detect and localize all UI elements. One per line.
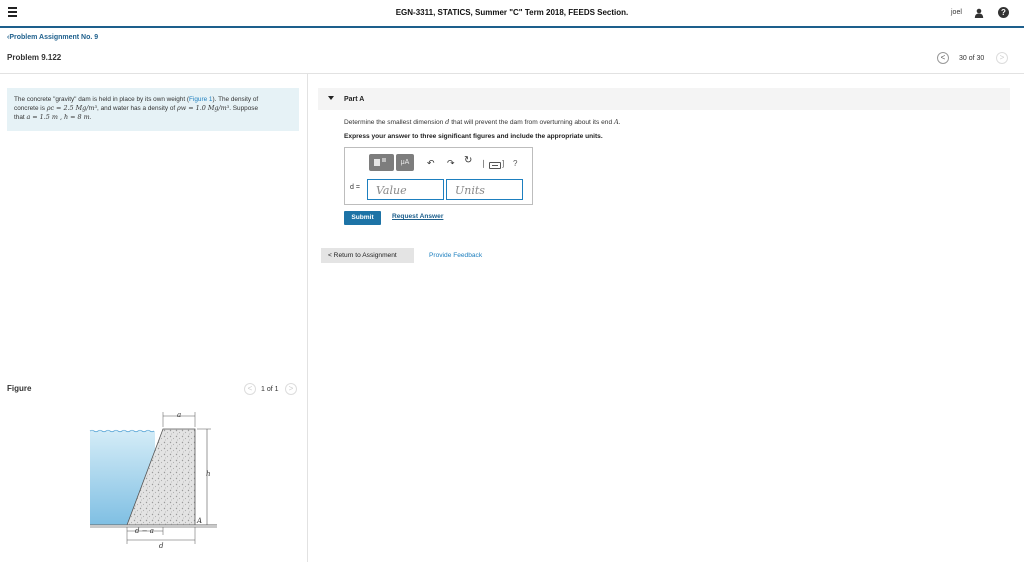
- units-button[interactable]: μA: [396, 154, 414, 171]
- question-text: .: [618, 119, 621, 126]
- next-problem-button[interactable]: >: [996, 52, 1008, 64]
- top-bar: EGN-3311, STATICS, Summer "C" Term 2018,…: [0, 0, 1024, 28]
- problem-text: that: [14, 114, 27, 121]
- course-title: EGN-3311, STATICS, Summer "C" Term 2018,…: [395, 8, 629, 17]
- problem-title: Problem 9.122: [7, 53, 62, 62]
- submit-button[interactable]: Submit: [344, 211, 381, 225]
- problem-text: . Suppose: [229, 105, 259, 112]
- problem-text: The concrete "gravity" dam is held in pl…: [14, 96, 190, 103]
- value-input[interactable]: [367, 179, 444, 200]
- figure-position: 1 of 1: [261, 386, 279, 393]
- answer-instructions: Express your answer to three significant…: [344, 133, 603, 140]
- figure-link[interactable]: Figure 1: [189, 96, 212, 103]
- water-density: ρw = 1.0 Mg/m³: [176, 104, 230, 112]
- figure-label: Figure: [7, 384, 32, 393]
- problem-text: .: [89, 114, 92, 121]
- column-divider: [307, 74, 308, 562]
- problem-text: , and water has a density of: [97, 105, 177, 112]
- templates-icon: [382, 158, 386, 162]
- previous-figure-button[interactable]: <: [244, 383, 256, 395]
- redo-icon[interactable]: ↷: [447, 158, 455, 168]
- problem-statement: The concrete "gravity" dam is held in pl…: [7, 88, 299, 131]
- back-link-label: Problem Assignment No. 9: [9, 34, 99, 41]
- question-text: Determine the smallest dimension: [344, 119, 446, 126]
- given-values: a = 1.5 m , h = 8 m: [26, 113, 90, 121]
- question-text: that will prevent the dam from overturni…: [449, 119, 614, 126]
- previous-problem-button[interactable]: <: [937, 52, 949, 64]
- label-h: h: [206, 470, 211, 478]
- keyboard-icon[interactable]: [489, 162, 501, 169]
- templates-button[interactable]: [369, 154, 394, 171]
- header-divider: [0, 73, 1024, 74]
- concrete-density: ρc = 2.5 Mg/m³: [46, 104, 98, 112]
- collapse-arrow-icon[interactable]: [328, 96, 334, 100]
- answer-variable-label: d =: [350, 184, 360, 191]
- next-figure-button[interactable]: >: [285, 383, 297, 395]
- label-d: d: [159, 542, 164, 550]
- label-d-minus-a: d − a: [135, 527, 154, 535]
- request-answer-link[interactable]: Request Answer: [392, 213, 443, 220]
- provide-feedback-link[interactable]: Provide Feedback: [429, 252, 482, 259]
- problem-text: concrete is: [14, 105, 47, 112]
- problem-text: ). The density of: [212, 96, 259, 103]
- part-a-question: Determine the smallest dimension d that …: [344, 118, 621, 126]
- user-icon[interactable]: [974, 8, 984, 18]
- separator-icon: ❘: [480, 159, 487, 168]
- reset-icon[interactable]: ↻: [464, 156, 472, 166]
- user-name[interactable]: joel: [951, 9, 962, 16]
- templates-icon: [374, 159, 380, 166]
- problem-position: 30 of 30: [959, 55, 985, 62]
- units-input[interactable]: [446, 179, 523, 200]
- help-icon[interactable]: ?: [513, 159, 517, 169]
- part-a-header[interactable]: [318, 88, 1010, 110]
- part-a-title: Part A: [344, 96, 365, 103]
- return-to-assignment-button[interactable]: < Return to Assignment: [321, 248, 414, 263]
- label-a: a: [177, 411, 181, 419]
- keyboard-bracket-icon[interactable]: ]: [502, 159, 504, 169]
- label-point-a: A: [196, 517, 202, 525]
- help-icon[interactable]: ?: [998, 7, 1009, 18]
- back-to-assignment-link[interactable]: ‹Problem Assignment No. 9: [7, 34, 98, 41]
- dam-figure[interactable]: a h A d − a d: [85, 405, 225, 550]
- undo-icon[interactable]: ↶: [427, 158, 435, 168]
